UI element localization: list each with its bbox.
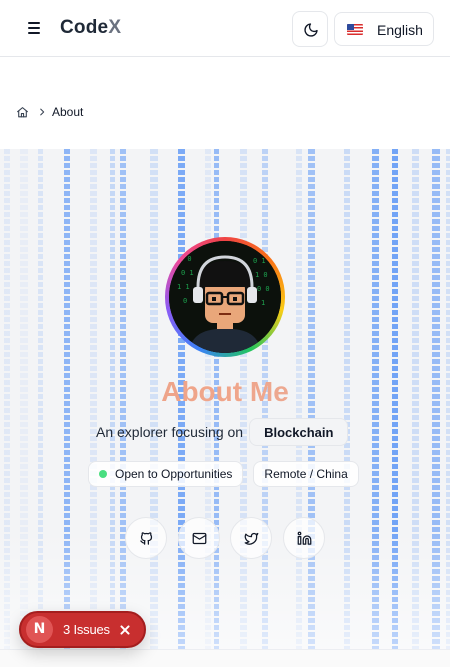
svg-text:1: 1: [261, 299, 265, 307]
email-link[interactable]: [177, 517, 220, 559]
hamburger-icon[interactable]: [24, 19, 44, 37]
svg-text:1 0: 1 0: [255, 271, 268, 279]
linkedin-icon: [297, 531, 312, 545]
social-links: [125, 517, 325, 559]
chevron-right-icon: [40, 108, 45, 116]
theme-toggle-button[interactable]: [292, 11, 328, 47]
github-icon: [140, 532, 153, 545]
status-dot-icon: [99, 470, 107, 478]
availability-badge: Open to Opportunities: [88, 461, 244, 487]
svg-text:1 0: 1 0: [179, 255, 192, 263]
status-badges: Open to Opportunities Remote / China: [88, 461, 369, 487]
subtitle-text: An explorer focusing on: [96, 424, 244, 440]
twitter-icon: [244, 532, 259, 545]
twitter-link[interactable]: [230, 517, 273, 559]
svg-text:0 1: 0 1: [253, 257, 266, 265]
top-header: CodeX English: [0, 0, 450, 57]
breadcrumb-current: About: [52, 105, 84, 119]
location-label: Remote / China: [264, 467, 348, 481]
avatar-illustration: 1 0 0 1 1 1 0 1 1 0 0 0 0 1: [169, 241, 281, 353]
footer-strip: [0, 649, 450, 667]
home-icon[interactable]: [16, 106, 29, 119]
linkedin-link[interactable]: [282, 517, 325, 559]
availability-label: Open to Opportunities: [115, 467, 233, 481]
us-flag-icon: [347, 24, 363, 35]
github-link[interactable]: [125, 517, 167, 559]
language-label: English: [377, 22, 423, 38]
svg-text:1 1: 1 1: [177, 283, 190, 291]
issues-count-label: 3 Issues: [63, 622, 110, 637]
page-title: About Me: [0, 376, 450, 408]
svg-text:0 0: 0 0: [257, 285, 270, 293]
language-select[interactable]: English: [334, 12, 434, 46]
close-icon[interactable]: [118, 623, 132, 637]
issues-avatar: N: [26, 616, 53, 643]
focus-tag: Blockchain: [249, 418, 349, 446]
svg-text:0: 0: [183, 297, 187, 305]
avatar: 1 0 0 1 1 1 0 1 1 0 0 0 0 1: [165, 237, 285, 357]
moon-icon: [304, 23, 318, 37]
brand-logo[interactable]: CodeX: [60, 17, 121, 39]
breadcrumb: About: [16, 104, 83, 120]
about-hero: 1 00 11 1 0 11 00 0 01 About Me An explo…: [0, 149, 450, 649]
svg-text:0 1: 0 1: [181, 269, 194, 277]
subtitle: An explorer focusing on Blockchain: [96, 417, 349, 447]
mail-icon: [192, 532, 207, 545]
issues-toast[interactable]: N 3 Issues: [19, 611, 146, 648]
brand-accent: X: [108, 17, 122, 38]
location-badge: Remote / China: [253, 461, 359, 487]
brand-main: Code: [60, 17, 109, 38]
